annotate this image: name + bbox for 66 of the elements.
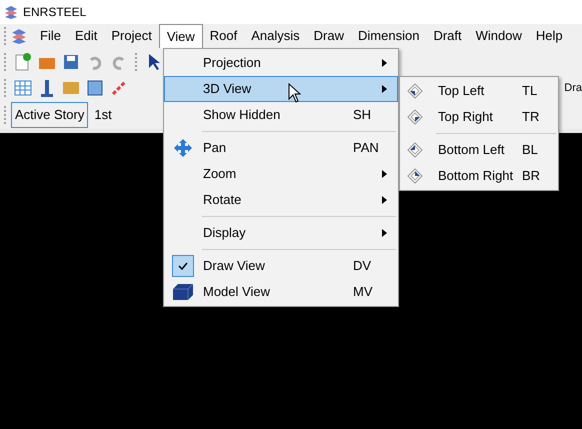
menu-entry[interactable]: Show Hidden SH bbox=[164, 102, 398, 128]
menu-entry-label: Projection bbox=[203, 54, 261, 72]
window-title: ENRSTEEL bbox=[23, 4, 86, 21]
menu-entry[interactable]: Pan PAN bbox=[164, 135, 398, 161]
menu-item[interactable]: File bbox=[33, 24, 68, 48]
toolbar-grip[interactable] bbox=[4, 106, 7, 124]
toolbar-grip[interactable] bbox=[4, 52, 7, 70]
menu-entry-label: Model View bbox=[203, 283, 270, 302]
shortcut-label: MV bbox=[353, 283, 372, 302]
mouse-cursor-icon bbox=[288, 83, 302, 103]
menu-item[interactable]: Analysis bbox=[244, 24, 307, 48]
menu-entry[interactable]: Zoom bbox=[164, 161, 398, 187]
toolbar-label: Dra bbox=[564, 80, 582, 96]
cube-view-icon bbox=[407, 168, 423, 184]
cube-view-icon bbox=[407, 142, 423, 158]
shortcut-label: BL bbox=[522, 141, 538, 160]
grid-icon[interactable] bbox=[13, 78, 33, 98]
menu-entry[interactable]: Bottom Right BR bbox=[400, 163, 558, 189]
app-logo-icon bbox=[11, 28, 27, 44]
toolbar-grip[interactable] bbox=[4, 79, 7, 97]
menu-entry-label: Display bbox=[203, 224, 246, 242]
menu-entry-label: Top Right bbox=[438, 108, 494, 126]
menu-entry[interactable]: Model View MV bbox=[164, 279, 398, 305]
menu-item[interactable]: Project bbox=[104, 24, 159, 48]
menu-entry[interactable]: Draw View DV bbox=[164, 253, 398, 279]
menu-item[interactable]: Draft bbox=[426, 24, 469, 48]
shortcut-label: DV bbox=[353, 257, 372, 276]
active-story-label: Active Story bbox=[11, 102, 88, 128]
four-way-arrow-icon bbox=[174, 139, 192, 157]
shortcut-label: TL bbox=[522, 82, 538, 100]
cube-view-icon bbox=[407, 83, 423, 99]
menu-entry[interactable]: Display bbox=[164, 220, 398, 246]
menu-entry-label: Bottom Right bbox=[438, 167, 514, 186]
toolbar-grip[interactable] bbox=[135, 52, 138, 70]
menu-entry-label: Rotate bbox=[203, 191, 242, 210]
menu-entry[interactable]: Top Right TR bbox=[400, 104, 558, 130]
app-logo-icon bbox=[4, 5, 18, 19]
menu-entry[interactable]: Projection bbox=[164, 50, 398, 76]
new-file-icon[interactable] bbox=[13, 52, 33, 72]
menu-item[interactable]: Help bbox=[528, 24, 570, 48]
menu-item[interactable]: Window bbox=[468, 24, 529, 48]
menu-entry-label: 3D View bbox=[203, 80, 252, 98]
shortcut-label: TR bbox=[522, 108, 540, 126]
menu-item[interactable]: Roof bbox=[202, 24, 244, 48]
story-value: 1st bbox=[94, 106, 112, 124]
menu-entry-label: Draw View bbox=[203, 257, 265, 276]
menu-entry[interactable]: Top Left TL bbox=[400, 78, 558, 104]
square-icon[interactable] bbox=[85, 78, 105, 98]
menu-entry[interactable]: Bottom Left BL bbox=[400, 137, 558, 163]
menu-item[interactable]: Draw bbox=[306, 24, 352, 48]
toolbar-grip[interactable] bbox=[4, 27, 7, 45]
shortcut-label: SH bbox=[353, 106, 372, 124]
menu-entry-label: Zoom bbox=[203, 165, 236, 184]
cube-icon bbox=[173, 284, 193, 300]
menu-entry-label: Pan bbox=[203, 139, 226, 158]
cube-view-icon bbox=[407, 109, 423, 125]
menu-entry-label: Show Hidden bbox=[203, 106, 280, 124]
menu-entry-label: Bottom Left bbox=[438, 141, 506, 160]
menu-entry[interactable]: 3D View bbox=[164, 76, 398, 102]
menu-item[interactable]: Edit bbox=[68, 24, 104, 48]
menu-entry-label: Top Left bbox=[438, 82, 486, 100]
shortcut-label: PAN bbox=[353, 139, 379, 158]
shortcut-label: BR bbox=[522, 167, 540, 186]
menu-item[interactable]: View bbox=[158, 24, 203, 48]
menu-item[interactable]: Dimension bbox=[351, 24, 426, 48]
menu-entry[interactable]: Rotate bbox=[164, 187, 398, 213]
